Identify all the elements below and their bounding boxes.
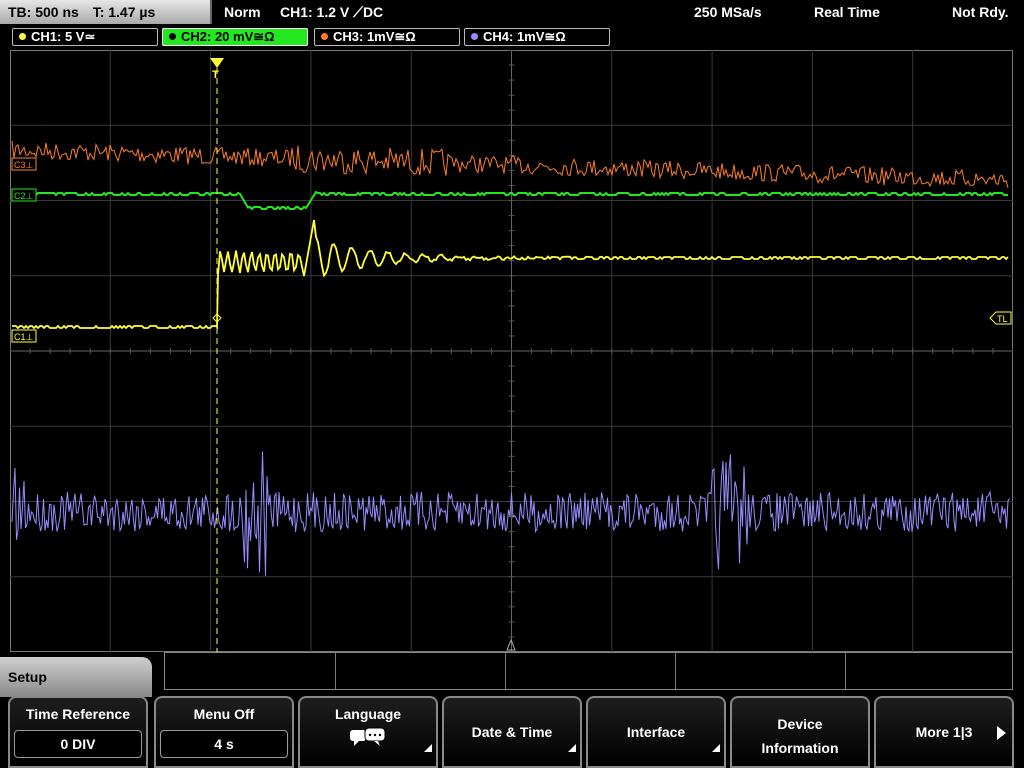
more-button[interactable]: More 1|3	[874, 696, 1014, 768]
trigger-position-icon[interactable]	[210, 58, 224, 68]
language-button[interactable]: Language	[298, 696, 438, 768]
speech-bubbles-icon	[350, 727, 386, 746]
date-time-button[interactable]: Date & Time	[442, 696, 582, 768]
ch2-marker-label: C2⊥	[14, 191, 34, 201]
trigger-setting: CH1: 1.2 V ⟋DC	[280, 4, 384, 20]
waveform-display[interactable]: T C3⊥ C2⊥ C1⊥ TL	[10, 50, 1013, 652]
channel-color-dot	[321, 33, 328, 40]
trigger-position-label: T	[212, 69, 219, 81]
time-reference-button[interactable]: Time Reference 0 DIV	[8, 696, 148, 768]
info-divider	[335, 653, 336, 689]
trigger-mode: Norm	[224, 4, 261, 20]
waveforms	[11, 141, 1010, 576]
time-reference-value: 0 DIV	[14, 730, 142, 758]
timebase-readout: TB: 500 ns	[8, 4, 79, 20]
channel-label: CH4: 1mV≅Ω	[483, 29, 566, 44]
menu-title: Setup	[0, 657, 152, 697]
channel-tab-ch1[interactable]: CH1: 5 V≃	[12, 28, 158, 46]
channel-color-dot	[19, 33, 26, 40]
softkey-label-line2: Information	[761, 740, 839, 756]
softkey-label: Device Information	[732, 712, 868, 760]
softkey-label: Interface	[626, 724, 686, 740]
info-divider	[675, 653, 676, 689]
device-information-button[interactable]: Device Information	[730, 696, 870, 768]
channel-tab-ch4[interactable]: CH4: 1mV≅Ω	[464, 28, 610, 46]
ch1-ground-marker[interactable]: C1⊥	[11, 329, 37, 343]
sample-rate: 250 MSa/s	[694, 4, 762, 20]
menu-off-value: 4 s	[160, 730, 288, 758]
softkey-label-line1: Device	[777, 716, 823, 732]
status-bar: TB: 500 ns T: 1.47 µs Norm CH1: 1.2 V ⟋D…	[0, 0, 1024, 24]
channel-tab-ch2[interactable]: CH2: 20 mV≅Ω	[162, 28, 308, 46]
trigger-time-readout: T: 1.47 µs	[92, 4, 156, 20]
waveform-canvas: T C3⊥ C2⊥ C1⊥ TL	[10, 50, 1013, 652]
info-divider	[505, 653, 506, 689]
ch1-marker-label: C1⊥	[14, 332, 34, 342]
ch1-waveform	[12, 219, 1009, 330]
ch3-marker-label: C3⊥	[14, 160, 34, 170]
menu-off-button[interactable]: Menu Off 4 s	[154, 696, 294, 768]
acquisition-state: Not Rdy.	[952, 4, 1009, 20]
channel-label: CH2: 20 mV≅Ω	[181, 29, 275, 44]
timebase-box[interactable]: TB: 500 ns T: 1.47 µs	[0, 0, 212, 24]
channel-label: CH3: 1mV≅Ω	[333, 29, 416, 44]
graticule	[10, 50, 1013, 652]
channel-color-dot	[471, 33, 478, 40]
trigger-level-marker[interactable]: TL	[989, 311, 1012, 325]
interface-button[interactable]: Interface	[586, 696, 726, 768]
channel-tab-ch3[interactable]: CH3: 1mV≅Ω	[314, 28, 460, 46]
ch3-waveform	[11, 141, 1009, 188]
info-strip	[164, 652, 1013, 690]
softkey-label: Date & Time	[471, 724, 553, 740]
channel-label: CH1: 5 V≃	[31, 29, 96, 44]
softkey-label: More 1|3	[915, 724, 973, 740]
channel-color-dot	[169, 33, 176, 40]
softkey-label: Language	[334, 706, 402, 722]
ch4-waveform	[11, 451, 1010, 576]
ch3-ground-marker[interactable]: C3⊥	[11, 157, 37, 171]
submenu-corner-icon	[712, 744, 720, 752]
softkey-label: Menu Off	[193, 706, 255, 722]
submenu-corner-icon	[424, 744, 432, 752]
softkey-label: Time Reference	[25, 706, 130, 722]
trigger-level-label: TL	[997, 314, 1008, 324]
submenu-corner-icon	[568, 744, 576, 752]
acquisition-mode: Real Time	[814, 4, 880, 20]
arrow-right-icon	[997, 726, 1006, 740]
info-divider	[845, 653, 846, 689]
ch2-ground-marker[interactable]: C2⊥	[11, 188, 37, 202]
